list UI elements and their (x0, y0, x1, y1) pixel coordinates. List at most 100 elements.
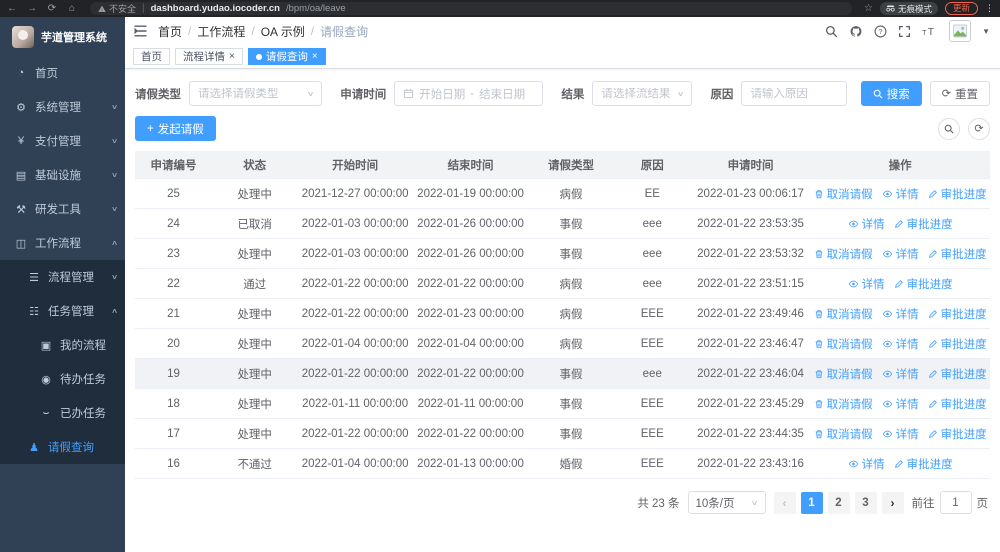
detail-link[interactable]: 详情 (848, 276, 885, 292)
sidebar-collapse-icon[interactable] (133, 25, 148, 37)
cell-start-time: 2022-01-22 00:00:00 (301, 307, 409, 320)
approval-progress-link[interactable]: 审批进度 (928, 186, 987, 202)
approval-progress-link[interactable]: 审批进度 (928, 396, 987, 412)
detail-link[interactable]: 详情 (882, 396, 919, 412)
result-select-input[interactable] (601, 87, 674, 100)
address-bar[interactable]: 不安全 | dashboard.yudao.iocoder.cn/bpm/oa/… (90, 2, 852, 15)
close-icon[interactable]: × (312, 51, 318, 62)
detail-link[interactable]: 详情 (882, 426, 919, 442)
approval-progress-link[interactable]: 审批进度 (894, 456, 953, 472)
browser-back-icon[interactable]: ← (6, 0, 18, 17)
cancel-leave-link[interactable]: 取消请假 (814, 186, 873, 202)
url-host: dashboard.yudao.iocoder.cn (150, 3, 280, 14)
detail-link[interactable]: 详情 (848, 216, 885, 232)
sidebar-item-home[interactable]: ◔ 首页 (0, 56, 125, 90)
browser-update-button[interactable]: 更新 (944, 2, 978, 15)
refresh-table-button[interactable]: ⟳ (968, 117, 990, 140)
reason-input[interactable] (750, 87, 838, 100)
approval-progress-link[interactable]: 审批进度 (928, 306, 987, 322)
cancel-leave-link[interactable]: 取消请假 (814, 396, 873, 412)
edit-icon (928, 399, 937, 408)
detail-link[interactable]: 详情 (882, 336, 919, 352)
apply-time-range-picker[interactable]: 开始日期 - 结束日期 (394, 81, 544, 106)
create-leave-button[interactable]: + 发起请假 (135, 116, 216, 141)
end-date-placeholder: 结束日期 (479, 88, 526, 101)
sidebar-item-workflow[interactable]: ◫ 工作流程 ∧ (0, 226, 125, 260)
cell-start-time: 2022-01-03 00:00:00 (301, 247, 409, 260)
detail-link[interactable]: 详情 (848, 456, 885, 472)
tab-process-detail[interactable]: 流程详情 × (175, 48, 243, 65)
result-select[interactable]: ∨ (592, 81, 693, 106)
browser-home-icon[interactable]: ⌂ (66, 0, 78, 17)
toggle-search-button[interactable] (938, 117, 960, 140)
table-row: 18 处理中 2022-01-11 00:00:00 2022-01-11 00… (135, 389, 990, 419)
sidebar-item-todo-tasks[interactable]: ◉ 待办任务 (0, 362, 125, 396)
cell-reason: eee (642, 247, 662, 260)
trash-icon (815, 399, 823, 408)
cancel-leave-link[interactable]: 取消请假 (814, 336, 873, 352)
close-icon[interactable]: × (229, 51, 235, 62)
leave-type-select-input[interactable] (198, 87, 304, 100)
tab-home[interactable]: 首页 (133, 48, 170, 65)
bookmark-star-icon[interactable]: ☆ (864, 3, 873, 14)
edit-icon (928, 309, 937, 318)
breadcrumb-item[interactable]: OA 示例 (261, 23, 305, 40)
browser-menu-icon[interactable]: ⋮ (985, 3, 994, 14)
page-button-1[interactable]: 1 (800, 491, 823, 514)
my-process-icon: ▣ (40, 339, 52, 352)
search-icon[interactable] (825, 25, 838, 38)
not-secure-warning[interactable]: 不安全 (98, 2, 136, 15)
page-size-select[interactable]: 10条/页 ∨ (687, 491, 766, 514)
approval-progress-link[interactable]: 审批进度 (928, 426, 987, 442)
tab-label: 请假查询 (265, 51, 308, 63)
breadcrumb-item[interactable]: 工作流程 (197, 23, 245, 40)
sidebar-item-task-mgmt[interactable]: ☷ 任务管理 ∧ (0, 294, 125, 328)
approval-progress-link[interactable]: 审批进度 (928, 366, 987, 382)
app-logo[interactable]: 芋道管理系统 (0, 17, 125, 56)
reset-button[interactable]: ⟳ 重置 (929, 81, 990, 106)
eye-icon (882, 310, 892, 317)
user-avatar[interactable] (949, 20, 972, 42)
sidebar-item-process-mgmt[interactable]: ☰ 流程管理 ∨ (0, 260, 125, 294)
approval-progress-link[interactable]: 审批进度 (928, 246, 987, 262)
github-icon[interactable] (849, 25, 863, 38)
breadcrumb-item[interactable]: 首页 (158, 23, 182, 40)
page-button-3[interactable]: 3 (854, 491, 877, 514)
cancel-leave-link[interactable]: 取消请假 (814, 306, 873, 322)
detail-link[interactable]: 详情 (882, 306, 919, 322)
font-size-icon[interactable]: TT (922, 25, 938, 37)
help-icon[interactable]: ? (874, 25, 887, 38)
trash-icon (815, 309, 823, 318)
sidebar-item-leave-query[interactable]: ♟ 请假查询 (0, 430, 125, 464)
browser-forward-icon[interactable]: → (26, 0, 38, 17)
cancel-leave-link[interactable]: 取消请假 (814, 366, 873, 382)
page-unit-label: 页 (976, 497, 989, 510)
sidebar-item-label: 首页 (35, 68, 58, 80)
sidebar-item-my-process[interactable]: ▣ 我的流程 (0, 328, 125, 362)
cell-status: 不通过 (237, 458, 272, 471)
leave-type-select[interactable]: ∨ (189, 81, 323, 106)
sidebar-item-payment[interactable]: ¥ 支付管理 ∨ (0, 124, 125, 158)
approval-progress-link[interactable]: 审批进度 (894, 276, 953, 292)
sidebar-item-label: 已办任务 (60, 408, 106, 420)
cancel-leave-link[interactable]: 取消请假 (814, 426, 873, 442)
detail-link[interactable]: 详情 (882, 186, 919, 202)
sidebar-item-devtools[interactable]: ⚒ 研发工具 ∨ (0, 192, 125, 226)
page-button-2[interactable]: 2 (827, 491, 850, 514)
sidebar-item-infra[interactable]: ▤ 基础设施 ∨ (0, 158, 125, 192)
approval-progress-link[interactable]: 审批进度 (928, 336, 987, 352)
detail-link[interactable]: 详情 (882, 366, 919, 382)
search-button[interactable]: 搜索 (860, 81, 922, 106)
breadcrumb-item: 请假查询 (320, 24, 369, 39)
goto-page-input[interactable] (939, 491, 972, 514)
next-page-button[interactable]: › (881, 491, 904, 514)
approval-progress-link[interactable]: 审批进度 (894, 216, 953, 232)
chevron-down-icon[interactable]: ▼ (982, 27, 990, 36)
cancel-leave-link[interactable]: 取消请假 (814, 246, 873, 262)
detail-link[interactable]: 详情 (882, 246, 919, 262)
fullscreen-icon[interactable] (898, 25, 911, 38)
browser-reload-icon[interactable]: ⟳ (46, 0, 58, 17)
tab-leave-query[interactable]: 请假查询 × (247, 48, 326, 65)
sidebar-item-system[interactable]: ⚙ 系统管理 ∨ (0, 90, 125, 124)
sidebar-item-done-tasks[interactable]: ⌣ 已办任务 (0, 396, 125, 430)
